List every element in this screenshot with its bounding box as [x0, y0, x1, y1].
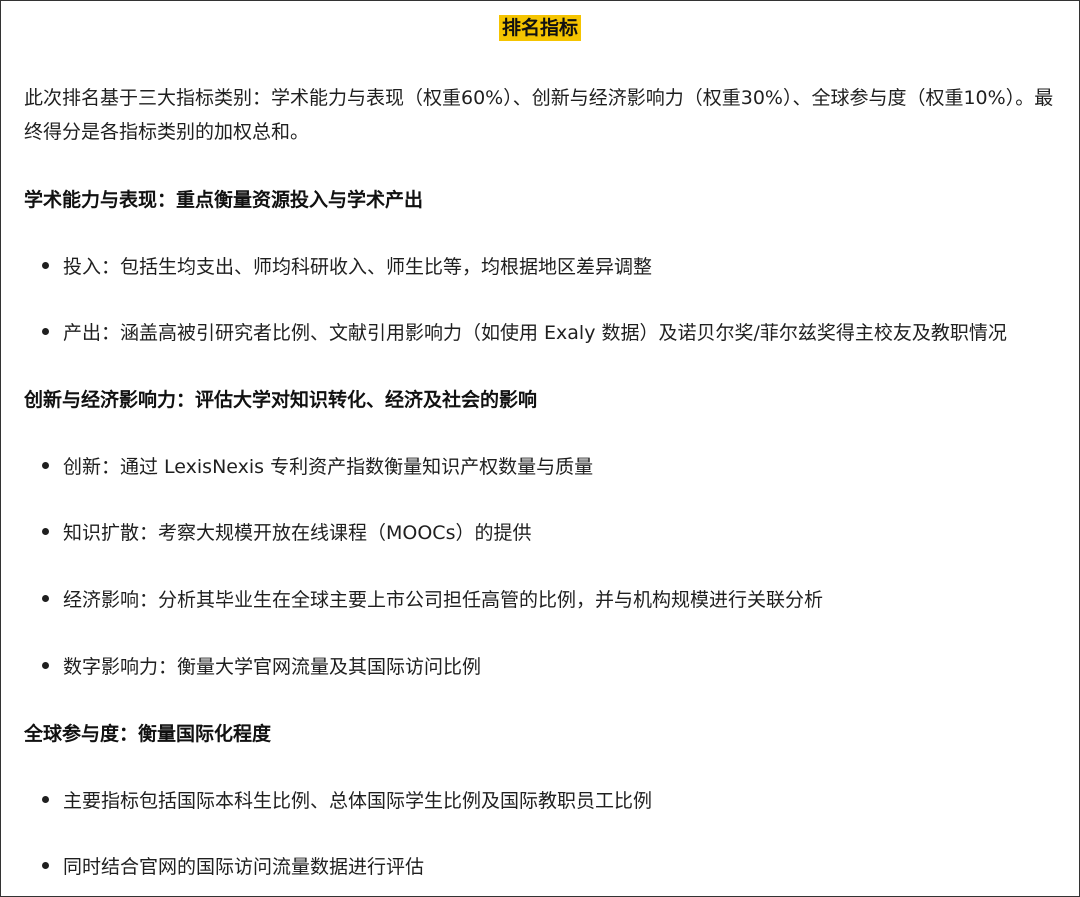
- list-item: 投入：包括生均支出、师均科研收入、师生比等，均根据地区差异调整: [42, 253, 652, 281]
- list-item: 产出：涵盖高被引研究者比例、文献引用影响力（如使用 Exaly 数据）及诺贝尔奖…: [42, 319, 1007, 347]
- page-title: 排名指标: [498, 15, 581, 41]
- bullet-icon: [42, 262, 49, 269]
- bullet-icon: [42, 662, 49, 669]
- bullet-icon: [42, 462, 49, 469]
- title-container: 排名指标: [1, 15, 1079, 41]
- bullet-icon: [42, 528, 49, 535]
- list-item: 同时结合官网的国际访问流量数据进行评估: [42, 853, 424, 881]
- list-item-text: 创新：通过 LexisNexis 专利资产指数衡量知识产权数量与质量: [63, 456, 594, 478]
- list-item-text: 投入：包括生均支出、师均科研收入、师生比等，均根据地区差异调整: [63, 256, 653, 278]
- document-frame: 排名指标 此次排名基于三大指标类别：学术能力与表现（权重60%）、创新与经济影响…: [0, 0, 1080, 897]
- list-item-text: 经济影响：分析其毕业生在全球主要上市公司担任高管的比例，并与机构规模进行关联分析: [63, 589, 824, 611]
- intro-paragraph: 此次排名基于三大指标类别：学术能力与表现（权重60%）、创新与经济影响力（权重3…: [24, 87, 1054, 143]
- section-heading-innovation: 创新与经济影响力：评估大学对知识转化、经济及社会的影响: [24, 389, 538, 411]
- bullet-icon: [42, 862, 49, 869]
- bullet-icon: [42, 328, 49, 335]
- list-item-text: 产出：涵盖高被引研究者比例、文献引用影响力（如使用 Exaly 数据）及诺贝尔奖…: [63, 322, 1007, 344]
- list-item: 主要指标包括国际本科生比例、总体国际学生比例及国际教职员工比例: [42, 787, 652, 815]
- section-heading-academic: 学术能力与表现：重点衡量资源投入与学术产出: [24, 189, 424, 211]
- list-item: 创新：通过 LexisNexis 专利资产指数衡量知识产权数量与质量: [42, 453, 593, 481]
- bullet-icon: [42, 595, 49, 602]
- list-item-text: 同时结合官网的国际访问流量数据进行评估: [63, 856, 425, 878]
- list-item-text: 知识扩散：考察大规模开放在线课程（MOOCs）的提供: [63, 522, 532, 544]
- list-item: 知识扩散：考察大规模开放在线课程（MOOCs）的提供: [42, 519, 531, 547]
- section-heading-global: 全球参与度：衡量国际化程度: [24, 723, 272, 745]
- bullet-icon: [42, 796, 49, 803]
- list-item: 数字影响力：衡量大学官网流量及其国际访问比例: [42, 653, 481, 681]
- list-item-text: 数字影响力：衡量大学官网流量及其国际访问比例: [63, 656, 482, 678]
- list-item: 经济影响：分析其毕业生在全球主要上市公司担任高管的比例，并与机构规模进行关联分析: [42, 586, 823, 614]
- list-item-text: 主要指标包括国际本科生比例、总体国际学生比例及国际教职员工比例: [63, 790, 653, 812]
